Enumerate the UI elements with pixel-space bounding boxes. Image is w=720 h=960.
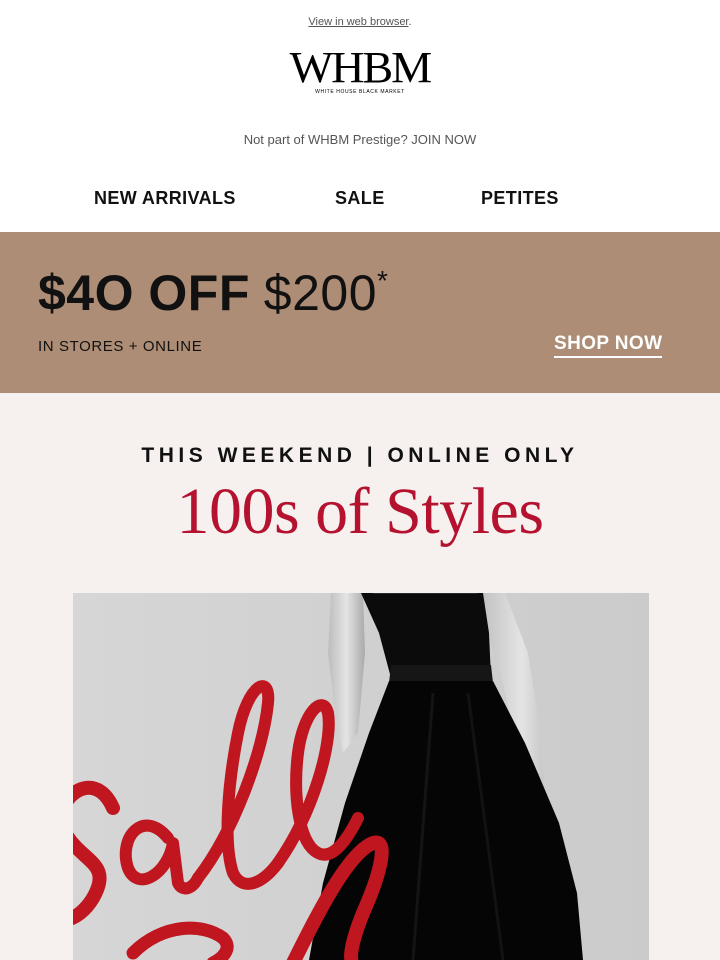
prestige-row: Not part of WHBM Prestige? JOIN NOW <box>0 132 720 147</box>
view-in-browser-link[interactable]: View in web browser <box>308 16 408 28</box>
nav-new-arrivals[interactable]: NEW ARRIVALS <box>94 188 236 209</box>
shop-now-button[interactable]: SHOP NOW <box>554 333 663 358</box>
nav-petites[interactable]: PETITES <box>481 188 559 209</box>
hero-kicker: THIS WEEKEND | ONLINE ONLY <box>141 444 579 467</box>
link-suffix: . <box>408 16 412 28</box>
promo-offer: $4O OFF $200* <box>38 265 388 321</box>
promo-offer-amount: $4O OFF <box>38 265 250 321</box>
hero-headline: 100s of Styles <box>176 475 544 548</box>
promo-subtitle: IN STORES + ONLINE <box>38 338 203 355</box>
promo-asterisk: * <box>377 265 388 296</box>
hero-photo[interactable] <box>73 593 649 960</box>
logo-wordmark: WHBM <box>289 43 433 92</box>
brand-logo[interactable]: WHBM WHITE HOUSE BLACK MARKET <box>0 43 720 96</box>
sale-script-lettering <box>73 680 389 960</box>
web-browser-link-row: View in web browser. <box>0 16 720 28</box>
nav-sale[interactable]: SALE <box>335 188 385 209</box>
join-prestige-link[interactable]: Not part of WHBM Prestige? JOIN NOW <box>244 132 477 147</box>
primary-nav: NEW ARRIVALS SALE PETITES <box>0 188 720 214</box>
promo-offer-threshold: $200 <box>263 265 378 321</box>
